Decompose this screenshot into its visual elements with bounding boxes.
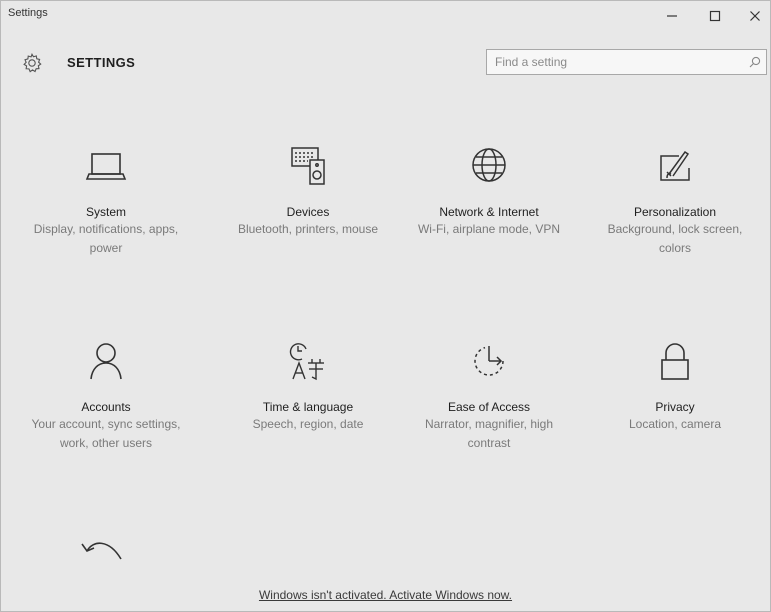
tile-label: System: [85, 205, 126, 219]
tile-label: Ease of Access: [447, 400, 531, 414]
tile-description: Your account, sync settings, work, other…: [31, 417, 181, 450]
tile-description: Bluetooth, printers, mouse: [237, 222, 379, 236]
tile-personalization[interactable]: Personalization Background, lock screen,…: [590, 136, 760, 258]
person-icon: [76, 331, 136, 391]
search-input[interactable]: [487, 51, 744, 73]
activate-windows-link[interactable]: Windows isn't activated. Activate Window…: [259, 588, 512, 602]
tile-description: Location, camera: [628, 417, 722, 431]
tile-label: Accounts: [81, 400, 131, 414]
activation-notice: Windows isn't activated. Activate Window…: [1, 586, 770, 604]
settings-header: SETTINGS: [1, 41, 770, 81]
tile-label: Devices: [286, 205, 330, 219]
close-button[interactable]: [740, 1, 770, 31]
search-box[interactable]: [486, 49, 767, 75]
maximize-button[interactable]: [700, 1, 730, 31]
paintbrush-icon: [645, 136, 705, 196]
lock-icon: [645, 331, 705, 391]
globe-icon: [459, 136, 519, 196]
settings-window: Settings SETTINGS System: [0, 0, 771, 612]
page-title: SETTINGS: [67, 55, 136, 70]
gear-icon: [23, 53, 42, 73]
devices-icon: [278, 136, 338, 196]
tile-ease-of-access[interactable]: Ease of Access Narrator, magnifier, high…: [404, 331, 574, 453]
tile-description: Speech, region, date: [252, 417, 364, 431]
tile-label: Time & language: [262, 400, 354, 414]
search-icon[interactable]: [744, 51, 766, 73]
tile-description: Display, notifications, apps, power: [33, 222, 179, 255]
laptop-icon: [76, 136, 136, 196]
tile-network-internet[interactable]: Network & Internet Wi-Fi, airplane mode,…: [404, 136, 574, 239]
tile-accounts[interactable]: Accounts Your account, sync settings, wo…: [21, 331, 191, 453]
tile-system[interactable]: System Display, notifications, apps, pow…: [21, 136, 191, 258]
close-icon: [750, 11, 760, 21]
title-bar[interactable]: Settings: [1, 1, 770, 31]
tile-description: Narrator, magnifier, high contrast: [424, 417, 554, 450]
tile-description: Wi-Fi, airplane mode, VPN: [417, 222, 561, 236]
minimize-icon: [667, 15, 677, 17]
tile-label: Privacy: [655, 400, 695, 414]
time-language-icon: [278, 331, 338, 391]
tile-privacy[interactable]: Privacy Location, camera: [590, 331, 760, 434]
ease-of-access-icon: [459, 331, 519, 391]
minimize-button[interactable]: [657, 1, 687, 31]
tile-description: Background, lock screen, colors: [607, 222, 743, 255]
undo-arrow-icon[interactable]: [79, 531, 131, 571]
tile-label: Network & Internet: [439, 205, 539, 219]
maximize-icon: [709, 10, 721, 22]
tile-label: Personalization: [633, 205, 717, 219]
tile-time-language[interactable]: Time & language Speech, region, date: [223, 331, 393, 434]
tile-devices[interactable]: Devices Bluetooth, printers, mouse: [223, 136, 393, 239]
window-title: Settings: [8, 7, 48, 19]
